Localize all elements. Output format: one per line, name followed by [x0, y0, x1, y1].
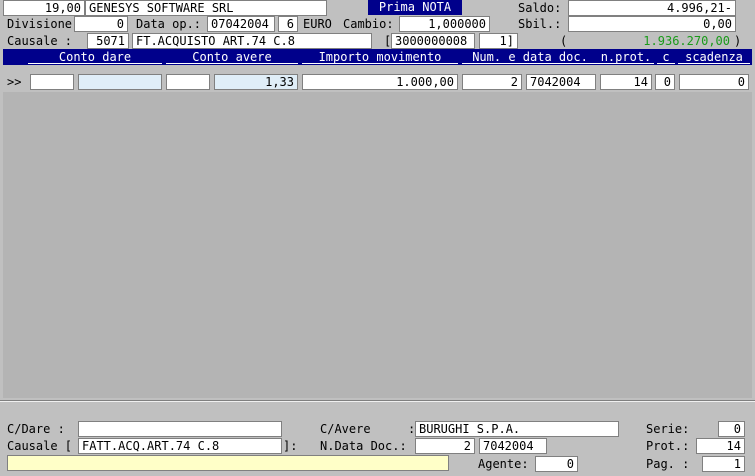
pag-field: 1	[702, 456, 745, 472]
divisione-field[interactable]: 0	[74, 16, 128, 32]
row-data-doc[interactable]: 7042004	[526, 74, 596, 90]
ndata-num-field: 2	[415, 438, 475, 454]
col-conto-dare: Conto dare	[28, 50, 162, 64]
cavere-field: BURUGHI S.P.A.	[415, 421, 619, 437]
agente-field: 0	[535, 456, 578, 472]
aliquota-field[interactable]: 19,00	[3, 0, 85, 16]
prot-label: Prot.:	[646, 439, 690, 453]
col-conto-avere: Conto avere	[166, 50, 298, 64]
row-scadenza[interactable]: 0	[679, 74, 749, 90]
cavere-label: C/Avere	[320, 422, 371, 436]
row-conto-dare-a[interactable]	[30, 74, 74, 90]
footer-causale-close: ]:	[283, 439, 298, 453]
agente-label: Agente:	[478, 457, 529, 471]
ndata-date-field: 7042004	[479, 438, 547, 454]
row-num-doc[interactable]: 2	[462, 74, 522, 90]
row-importo[interactable]: 1.000,00	[302, 74, 458, 90]
row-n-prot[interactable]: 14	[600, 74, 652, 90]
divisione-label: Divisione:	[7, 17, 80, 31]
footer-causale-field: FATT.ACQ.ART.74 C.8	[78, 438, 282, 454]
message-bar	[7, 455, 449, 471]
cdare-field	[78, 421, 282, 437]
col-n-prot: n.prot.	[598, 50, 654, 64]
causale-desc-field: FT.ACQUISTO ART.74 C.8	[132, 33, 372, 49]
ref-code-field[interactable]: 3000000008	[391, 33, 475, 49]
cdare-label: C/Dare :	[7, 422, 65, 436]
data-op-label: Data op.:	[136, 17, 202, 31]
movements-grid[interactable]	[3, 92, 752, 398]
row-conto-dare-b[interactable]	[78, 74, 162, 90]
data-op-day-field[interactable]: 6	[278, 16, 298, 32]
col-importo-movimento: Importo movimento	[302, 50, 458, 64]
row-marker: >>	[7, 75, 22, 89]
serie-field: 0	[718, 421, 745, 437]
saldo-label: Saldo:	[518, 1, 562, 15]
ndata-label: N.Data Doc.:	[320, 439, 407, 453]
page-title: Prima NOTA	[368, 0, 462, 15]
company-name-field: GENESYS SOFTWARE SRL	[85, 0, 327, 16]
causale-code-field[interactable]: 5071	[87, 33, 129, 49]
sbil-value: 0,00	[568, 16, 736, 32]
cambio-label: Cambio:	[343, 17, 394, 31]
footer-divider	[0, 400, 755, 402]
row-conto-avere-a[interactable]	[166, 74, 210, 90]
prot-field: 14	[696, 438, 745, 454]
total-close-paren: )	[734, 34, 742, 48]
pag-label: Pag. :	[646, 457, 690, 471]
data-op-field[interactable]: 07042004	[207, 16, 275, 32]
col-num-data-doc: Num. e data doc.	[462, 50, 598, 64]
total-open-paren: (	[560, 34, 568, 48]
causale-label: Causale :	[7, 34, 73, 48]
ref-num-field[interactable]: 1]	[479, 33, 518, 49]
col-c: c	[657, 50, 675, 64]
total-green-value: 1.936.270,00	[643, 34, 730, 48]
serie-label: Serie:	[646, 422, 690, 436]
col-scadenza: scadenza	[678, 50, 750, 64]
cambio-field[interactable]: 1,000000	[399, 16, 490, 32]
row-conto-avere-b[interactable]: 1,33	[214, 74, 298, 90]
sbil-label: Sbil.:	[518, 17, 562, 31]
saldo-value: 4.996,21-	[568, 0, 736, 16]
currency-label: EURO	[303, 17, 332, 31]
footer-causale-label: Causale [	[7, 439, 73, 453]
row-c[interactable]: 0	[655, 74, 675, 90]
